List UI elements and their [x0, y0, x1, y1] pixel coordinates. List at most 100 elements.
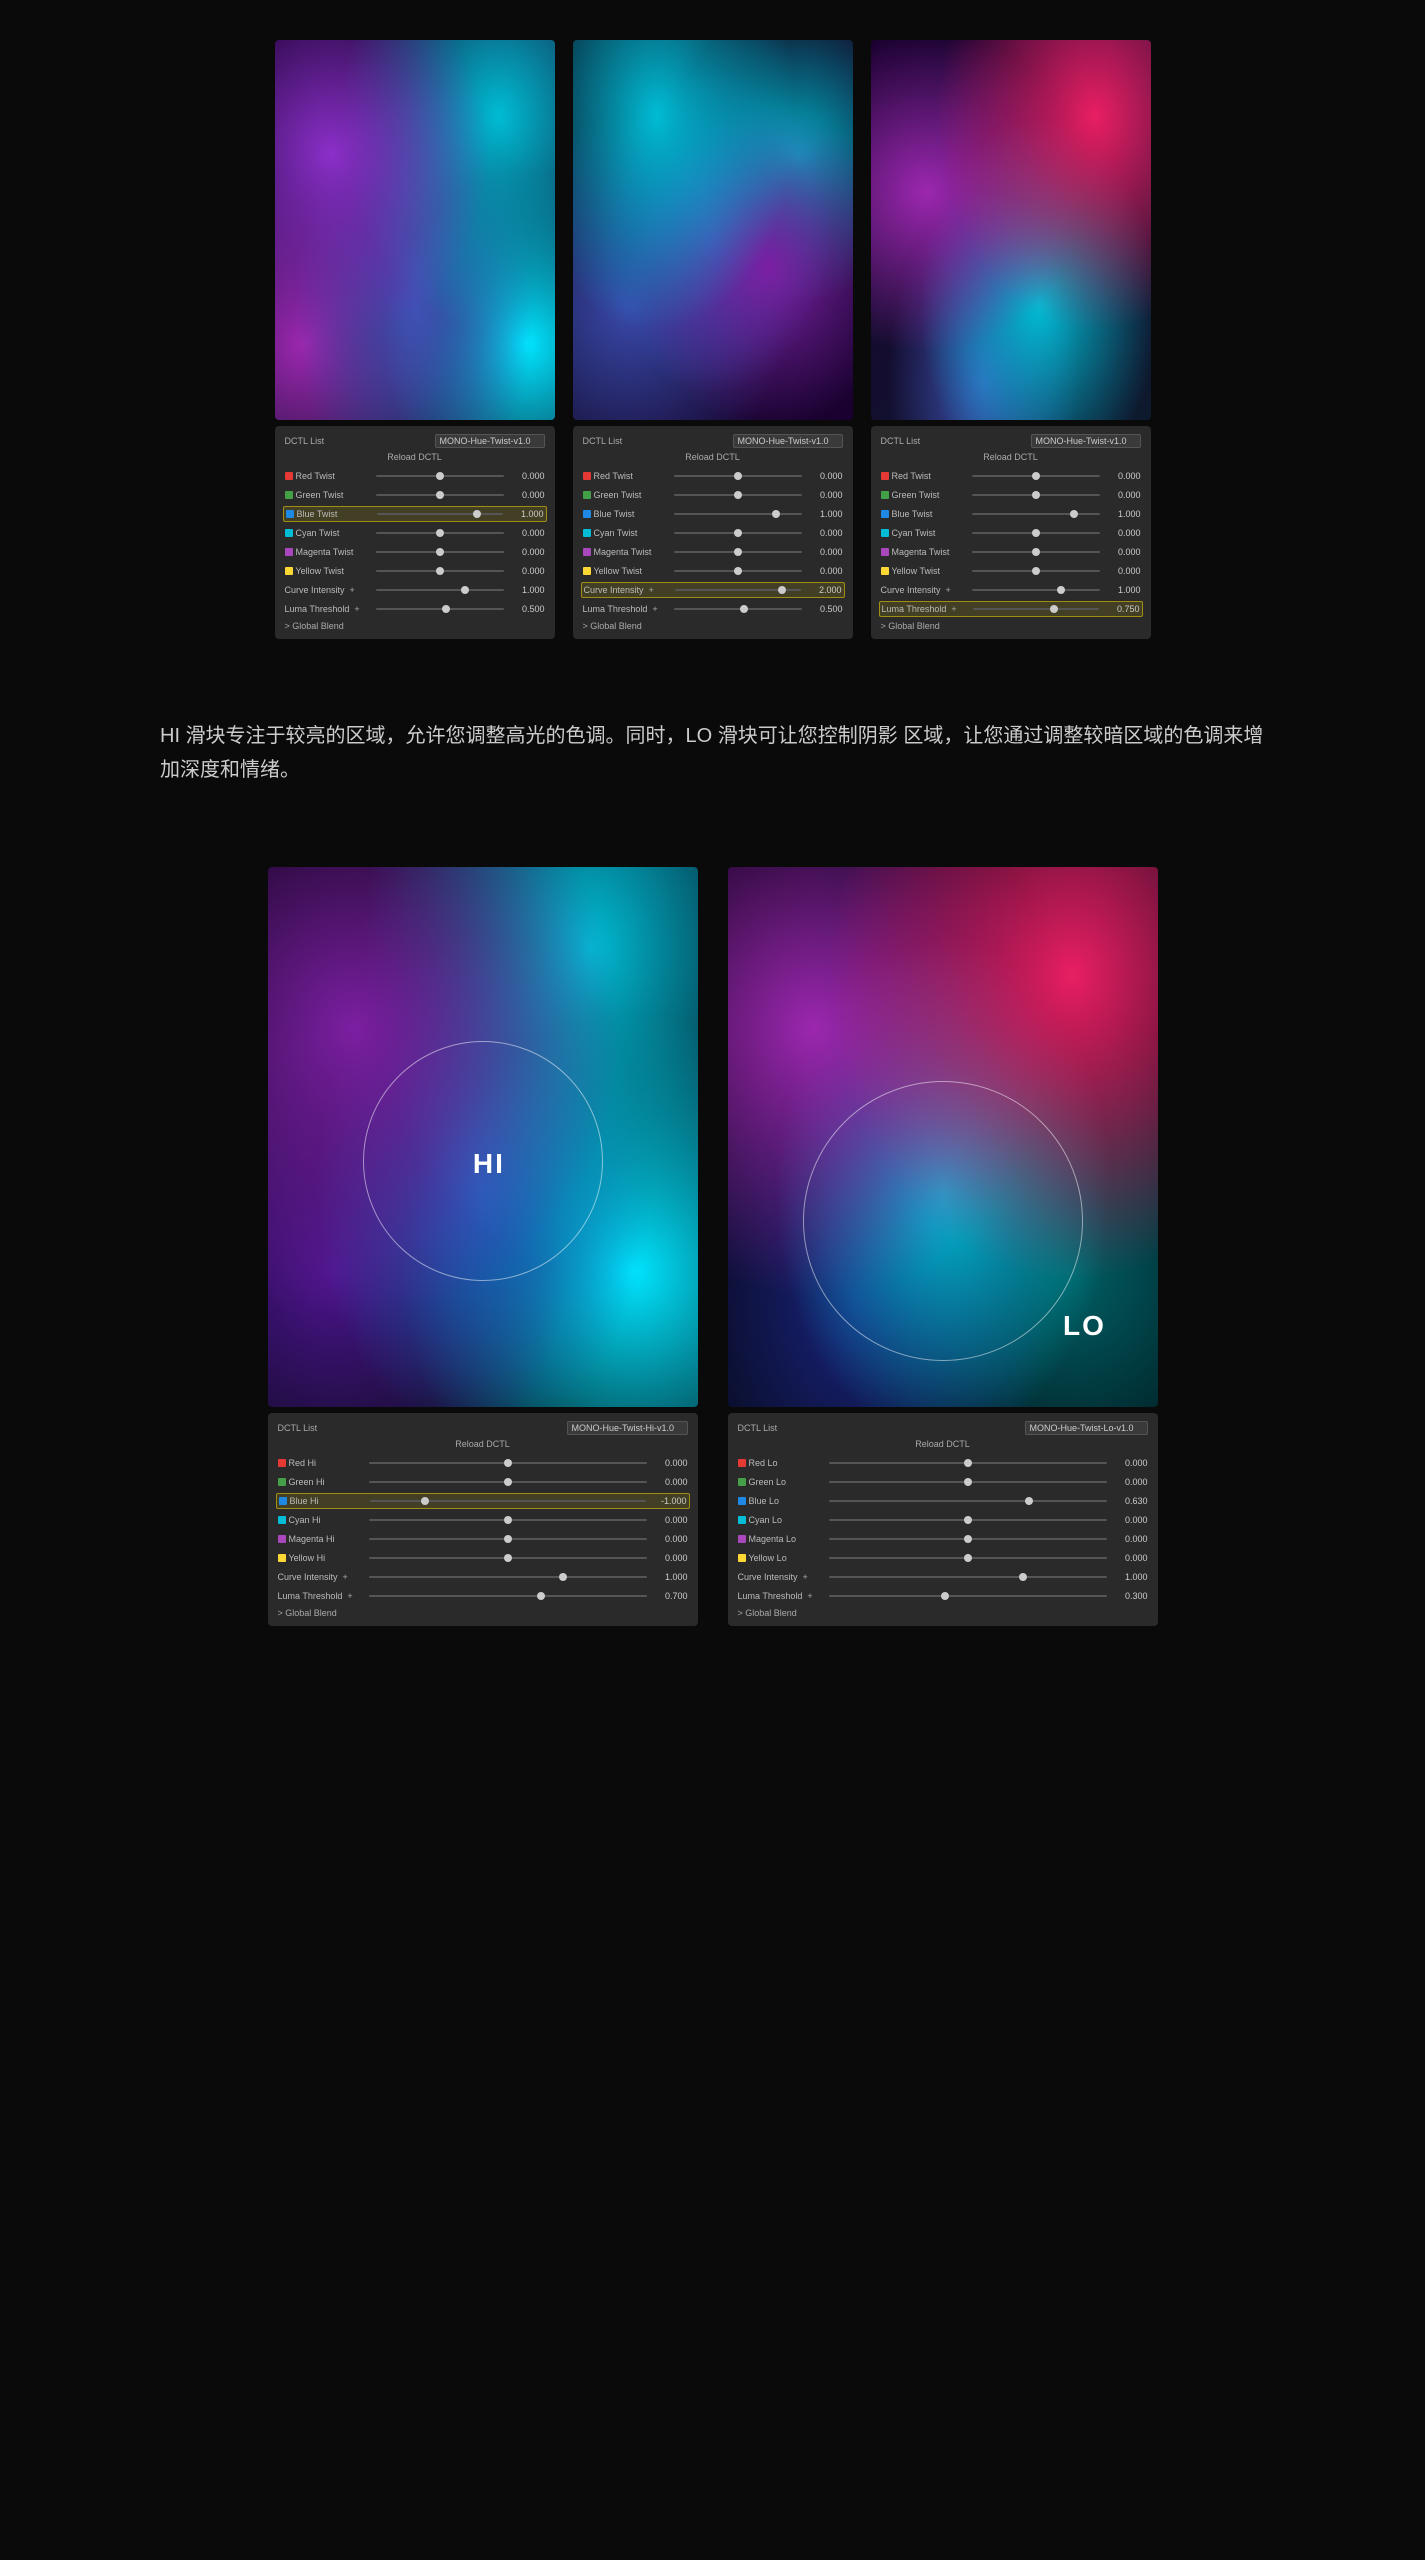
- slider-luma-2[interactable]: [674, 608, 802, 610]
- control-panel-1: DCTL List MONO-Hue-Twist-v1.0 Reload DCT…: [275, 426, 555, 639]
- panel-select-2[interactable]: MONO-Hue-Twist-v1.0: [733, 434, 843, 448]
- curve-plus-1[interactable]: +: [350, 585, 355, 595]
- param-row-red-2: Red Twist 0.000: [583, 468, 843, 484]
- value-green-3: 0.000: [1106, 490, 1141, 500]
- global-blend-3[interactable]: > Global Blend: [881, 621, 1141, 631]
- slider-magenta-lo[interactable]: [829, 1538, 1107, 1540]
- slider-yellow-3[interactable]: [972, 570, 1100, 572]
- dctl-list-label-3: DCTL List: [881, 436, 921, 446]
- panel-select-wrapper-1[interactable]: MONO-Hue-Twist-v1.0: [435, 434, 545, 448]
- slider-cyan-hi[interactable]: [369, 1519, 647, 1521]
- param-label-yellow-lo: Yellow Lo: [738, 1553, 823, 1563]
- slider-red-3[interactable]: [972, 475, 1100, 477]
- reload-btn-2[interactable]: Reload DCTL: [583, 452, 843, 462]
- param-row-luma-lo: Luma Threshold + 0.300: [738, 1588, 1148, 1604]
- slider-curve-3[interactable]: [972, 589, 1100, 591]
- panel-select-1[interactable]: MONO-Hue-Twist-v1.0: [435, 434, 545, 448]
- slider-magenta-1[interactable]: [376, 551, 504, 553]
- slider-green-3[interactable]: [972, 494, 1100, 496]
- slider-cyan-lo[interactable]: [829, 1519, 1107, 1521]
- luma-plus-1[interactable]: +: [354, 604, 359, 614]
- slider-magenta-hi[interactable]: [369, 1538, 647, 1540]
- reload-btn-1[interactable]: Reload DCTL: [285, 452, 545, 462]
- slider-magenta-3[interactable]: [972, 551, 1100, 553]
- slider-curve-1[interactable]: [376, 589, 504, 591]
- param-row-curve-lo: Curve Intensity + 1.000: [738, 1569, 1148, 1585]
- value-yellow-hi: 0.000: [653, 1553, 688, 1563]
- magenta-swatch-1: [285, 548, 293, 556]
- global-blend-hi[interactable]: > Global Blend: [278, 1608, 688, 1618]
- value-luma-2: 0.500: [808, 604, 843, 614]
- slider-cyan-3[interactable]: [972, 532, 1100, 534]
- blue-swatch-2: [583, 510, 591, 518]
- panel-select-wrapper-2[interactable]: MONO-Hue-Twist-v1.0: [733, 434, 843, 448]
- value-curve-hi: 1.000: [653, 1572, 688, 1582]
- slider-luma-lo[interactable]: [829, 1595, 1107, 1597]
- slider-curve-hi[interactable]: [369, 1576, 647, 1578]
- value-magenta-hi: 0.000: [653, 1534, 688, 1544]
- param-label-luma-3: Luma Threshold +: [882, 604, 967, 614]
- slider-green-hi[interactable]: [369, 1481, 647, 1483]
- param-row-red-hi: Red Hi 0.000: [278, 1455, 688, 1471]
- panel-select-wrapper-3[interactable]: MONO-Hue-Twist-v1.0: [1031, 434, 1141, 448]
- reload-btn-3[interactable]: Reload DCTL: [881, 452, 1141, 462]
- slider-blue-lo[interactable]: [829, 1500, 1107, 1502]
- global-blend-1[interactable]: > Global Blend: [285, 621, 545, 631]
- slider-green-1[interactable]: [376, 494, 504, 496]
- slider-luma-hi[interactable]: [369, 1595, 647, 1597]
- slider-blue-1[interactable]: [377, 513, 503, 515]
- slider-red-1[interactable]: [376, 475, 504, 477]
- param-row-green-2: Green Twist 0.000: [583, 487, 843, 503]
- panel-select-wrapper-lo[interactable]: MONO-Hue-Twist-Lo-v1.0: [1025, 1421, 1148, 1435]
- panel-select-wrapper-hi[interactable]: MONO-Hue-Twist-Hi-v1.0: [567, 1421, 688, 1435]
- slider-luma-1[interactable]: [376, 608, 504, 610]
- slider-curve-lo[interactable]: [829, 1576, 1107, 1578]
- slider-green-lo[interactable]: [829, 1481, 1107, 1483]
- luma-plus-3[interactable]: +: [951, 604, 956, 614]
- curve-plus-lo[interactable]: +: [803, 1572, 808, 1582]
- curve-plus-2[interactable]: +: [649, 585, 654, 595]
- slider-yellow-2[interactable]: [674, 570, 802, 572]
- slider-red-hi[interactable]: [369, 1462, 647, 1464]
- reload-btn-lo[interactable]: Reload DCTL: [738, 1439, 1148, 1449]
- panel-select-lo[interactable]: MONO-Hue-Twist-Lo-v1.0: [1025, 1421, 1148, 1435]
- param-label-curve-1: Curve Intensity +: [285, 585, 370, 595]
- global-blend-lo[interactable]: > Global Blend: [738, 1608, 1148, 1618]
- slider-curve-2[interactable]: [675, 589, 801, 591]
- value-red-3: 0.000: [1106, 471, 1141, 481]
- slider-yellow-1[interactable]: [376, 570, 504, 572]
- slider-luma-3[interactable]: [973, 608, 1099, 610]
- slider-red-lo[interactable]: [829, 1462, 1107, 1464]
- curve-plus-3[interactable]: +: [946, 585, 951, 595]
- reload-btn-hi[interactable]: Reload DCTL: [278, 1439, 688, 1449]
- global-blend-2[interactable]: > Global Blend: [583, 621, 843, 631]
- slider-red-2[interactable]: [674, 475, 802, 477]
- slider-blue-hi[interactable]: [370, 1500, 646, 1502]
- slider-yellow-hi[interactable]: [369, 1557, 647, 1559]
- value-curve-2: 2.000: [807, 585, 842, 595]
- slider-cyan-2[interactable]: [674, 532, 802, 534]
- panel-header-1: DCTL List MONO-Hue-Twist-v1.0: [285, 434, 545, 448]
- param-label-magenta-3: Magenta Twist: [881, 547, 966, 557]
- luma-plus-lo[interactable]: +: [807, 1591, 812, 1601]
- panel-select-hi[interactable]: MONO-Hue-Twist-Hi-v1.0: [567, 1421, 688, 1435]
- luma-plus-2[interactable]: +: [652, 604, 657, 614]
- value-blue-2: 1.000: [808, 509, 843, 519]
- slider-cyan-1[interactable]: [376, 532, 504, 534]
- param-row-blue-2: Blue Twist 1.000: [583, 506, 843, 522]
- slider-magenta-2[interactable]: [674, 551, 802, 553]
- luma-plus-hi[interactable]: +: [347, 1591, 352, 1601]
- curve-plus-hi[interactable]: +: [343, 1572, 348, 1582]
- slider-blue-2[interactable]: [674, 513, 802, 515]
- bottom-control-panel-lo: DCTL List MONO-Hue-Twist-Lo-v1.0 Reload …: [728, 1413, 1158, 1626]
- value-green-1: 0.000: [510, 490, 545, 500]
- param-label-blue-lo: Blue Lo: [738, 1496, 823, 1506]
- param-row-cyan-2: Cyan Twist 0.000: [583, 525, 843, 541]
- slider-green-2[interactable]: [674, 494, 802, 496]
- green-swatch-3: [881, 491, 889, 499]
- slider-blue-3[interactable]: [972, 513, 1100, 515]
- panel-select-3[interactable]: MONO-Hue-Twist-v1.0: [1031, 434, 1141, 448]
- param-row-yellow-1: Yellow Twist 0.000: [285, 563, 545, 579]
- dctl-list-label-2: DCTL List: [583, 436, 623, 446]
- slider-yellow-lo[interactable]: [829, 1557, 1107, 1559]
